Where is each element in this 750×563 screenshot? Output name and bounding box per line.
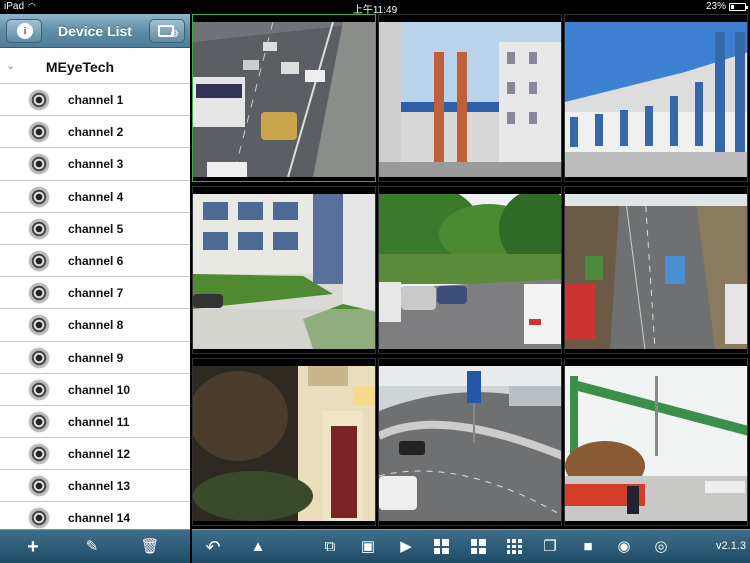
grid-6-icon[interactable] [467,536,489,558]
channel-item[interactable]: channel 7 [0,277,190,310]
channel-label: channel 14 [68,511,131,526]
video-feed-highway-cutting [565,194,747,349]
channel-label: channel 12 [68,447,131,462]
video-feed-tree-lined-street [379,194,561,349]
video-cell[interactable] [378,14,562,182]
video-cell[interactable] [564,186,748,354]
channel-item[interactable]: channel 4 [0,180,190,213]
channel-item[interactable]: channel 14 [0,502,190,530]
channel-item[interactable]: channel 9 [0,341,190,374]
camera-icon [29,315,49,336]
camera-icon [29,186,49,207]
channel-label: channel 9 [68,350,124,365]
grid-4-icon[interactable] [430,536,452,558]
device-list-panel: i Device List ⚙ ⌄ MEyeTech channel 1 cha… [0,14,190,563]
channel-item[interactable]: channel 5 [0,212,190,245]
video-feed-curved-expressway [379,366,561,521]
camera-icon [29,411,49,432]
channel-label: channel 8 [68,318,124,333]
channel-label: channel 3 [68,157,124,172]
video-cell[interactable] [192,14,376,182]
camera-icon [29,218,49,239]
channel-label: channel 13 [68,479,131,494]
split-screen-icon[interactable]: ⧉ [319,536,341,558]
channel-item[interactable]: channel 10 [0,373,190,406]
device-group-name: MEyeTech [45,59,115,75]
camera-icon [29,444,49,465]
device-settings-button[interactable]: ⚙ [149,19,185,43]
camera-icon [29,250,49,271]
app-version: v2.1.3 [716,540,746,552]
channel-item[interactable]: channel 11 [0,405,190,439]
add-icon[interactable]: + [23,537,43,557]
camera-icon [29,283,49,304]
video-cell[interactable] [564,358,748,526]
camera-icon [29,379,49,400]
grid-9-icon[interactable] [503,536,525,558]
camera-icon [29,90,49,110]
back-icon[interactable]: ↶ [202,536,224,558]
ptz-icon[interactable]: ▲ [247,536,269,558]
battery-percent: 23% [705,1,726,12]
channel-item[interactable]: channel 6 [0,244,190,278]
channel-label: channel 4 [68,189,124,204]
channel-item[interactable]: channel 2 [0,116,190,149]
camera-icon [29,476,49,497]
remote-playback-icon[interactable]: ◎ [650,536,672,558]
battery-icon [729,3,748,11]
channel-label: channel 10 [68,382,131,397]
video-cell[interactable] [378,186,562,354]
fullscreen-icon[interactable]: ❐ [539,536,561,558]
video-feed-highway-traffic [193,22,375,177]
video-grid [192,14,750,529]
gear-icon: ⚙ [170,29,179,40]
video-cell[interactable] [192,186,376,354]
video-cell[interactable] [564,14,748,182]
camera-icon [29,154,49,175]
channel-item[interactable]: channel 13 [0,470,190,503]
video-feed-building-courtyard [379,22,561,177]
device-list-header: i Device List ⚙ [0,14,190,48]
channel-item[interactable]: channel 1 [0,84,190,117]
record-icon[interactable]: ■ [577,536,599,558]
channel-label: channel 1 [68,93,124,107]
video-cell[interactable] [378,358,562,526]
video-feed-house-entrance [193,366,375,521]
channel-label: channel 2 [68,125,124,140]
channel-list[interactable]: channel 1 channel 2 channel 3 channel 4 … [0,84,190,530]
video-feed-apartment-blocks [565,22,747,177]
channel-label: channel 5 [68,221,124,236]
playback-icon[interactable]: ◉ [613,536,635,558]
status-bar: iPad ◠ 上午11:49 23% [0,0,750,16]
edit-icon[interactable]: ✎ [82,537,102,557]
channel-item[interactable]: channel 8 [0,309,190,342]
camera-icon [29,122,49,143]
device-group-row[interactable]: ⌄ MEyeTech [0,49,190,84]
video-feed-office-building [193,194,375,349]
channel-item[interactable]: channel 12 [0,438,190,471]
camera-icon [29,347,49,368]
main-toolbar: ↶ ▲ ⧉ ▣ ▶ ❐ ■ ◉ ◎ v2.1.3 [192,529,750,563]
video-feed-road-gantry [565,366,747,521]
close-view-icon[interactable]: ▣ [357,536,379,558]
device-list-toolbar: + ✎ 🗑 [0,529,190,563]
channel-label: channel 11 [68,414,130,429]
channel-label: channel 6 [68,253,124,268]
play-icon[interactable]: ▶ [395,536,417,558]
delete-icon[interactable]: 🗑 [140,537,160,557]
channel-label: channel 7 [68,286,124,301]
camera-icon [29,508,49,529]
channel-item[interactable]: channel 3 [0,148,190,181]
video-cell[interactable] [192,358,376,526]
